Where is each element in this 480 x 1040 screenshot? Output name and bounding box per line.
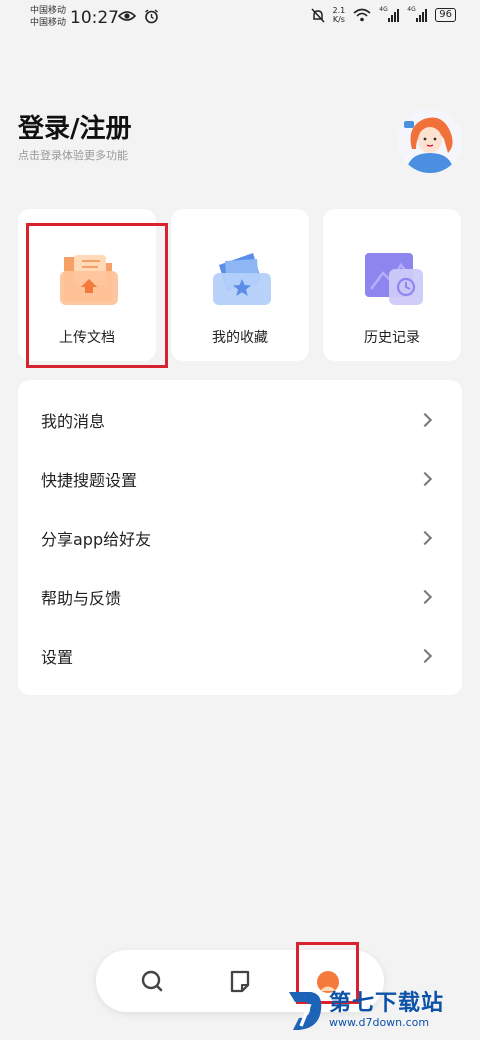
status-bar: 中国移动 中国移动 10:27 2.1 K/s 4G 4G 96 <box>0 0 480 36</box>
nav-search-button[interactable] <box>136 965 168 997</box>
favorites-folder-icon <box>213 253 271 305</box>
menu-item-settings[interactable]: 设置 <box>18 626 462 685</box>
chevron-right-icon <box>417 530 433 545</box>
wifi-icon <box>353 8 371 22</box>
card-label: 历史记录 <box>364 330 420 346</box>
menu-item-quick-search-settings[interactable]: 快捷搜题设置 <box>18 449 462 508</box>
d7-logo-icon <box>289 992 322 1030</box>
menu-item-label: 我的消息 <box>41 411 106 431</box>
chevron-right-icon <box>417 589 433 604</box>
status-time: 10:27 <box>70 8 119 28</box>
carrier-labels: 中国移动 中国移动 <box>30 5 66 29</box>
chevron-right-icon <box>417 471 433 486</box>
signal-1-icon: 4G <box>379 6 400 22</box>
menu-item-label: 帮助与反馈 <box>41 588 122 608</box>
upload-highlight-box <box>26 223 168 368</box>
card-my-favorites[interactable]: 我的收藏 <box>171 209 309 361</box>
mute-bell-icon <box>310 7 325 23</box>
card-label: 我的收藏 <box>212 330 268 346</box>
signal-2-icon: 4G <box>407 6 428 22</box>
notes-icon <box>230 970 250 993</box>
menu-item-label: 分享app给好友 <box>41 529 152 549</box>
carrier-2: 中国移动 <box>30 18 67 28</box>
nav-notes-button[interactable] <box>224 965 256 997</box>
menu-item-share-app[interactable]: 分享app给好友 <box>18 508 462 567</box>
avatar-illustration-icon <box>398 109 462 173</box>
history-clock-icon <box>365 253 423 305</box>
status-icons-right: 2.1 K/s 4G 4G 96 <box>310 6 456 24</box>
menu-item-label: 快捷搜题设置 <box>41 470 138 490</box>
battery-indicator: 96 <box>435 8 456 22</box>
menu-item-help-feedback[interactable]: 帮助与反馈 <box>18 567 462 626</box>
watermark: 第七下载站 www.d7down.com <box>285 988 444 1032</box>
carrier-1: 中国移动 <box>30 6 67 16</box>
chevron-right-icon <box>417 412 433 427</box>
settings-menu: 我的消息 快捷搜题设置 分享app给好友 帮助与反馈 设置 <box>18 380 462 695</box>
watermark-url: www.d7down.com <box>329 1016 430 1029</box>
search-icon <box>141 970 163 992</box>
status-icons-left <box>118 9 159 24</box>
login-subtitle[interactable]: 点击登录体验更多功能 <box>18 147 128 163</box>
card-history[interactable]: 历史记录 <box>323 209 461 361</box>
avatar[interactable] <box>398 109 462 173</box>
chevron-right-icon <box>417 648 433 663</box>
menu-item-label: 设置 <box>41 647 74 667</box>
alarm-icon <box>145 9 158 24</box>
network-speed: 2.1 K/s <box>332 6 346 24</box>
menu-item-my-messages[interactable]: 我的消息 <box>18 390 462 449</box>
eye-icon <box>118 11 136 21</box>
login-register-title[interactable]: 登录/注册 <box>18 108 132 145</box>
watermark-text: 第七下载站 <box>329 991 445 1016</box>
